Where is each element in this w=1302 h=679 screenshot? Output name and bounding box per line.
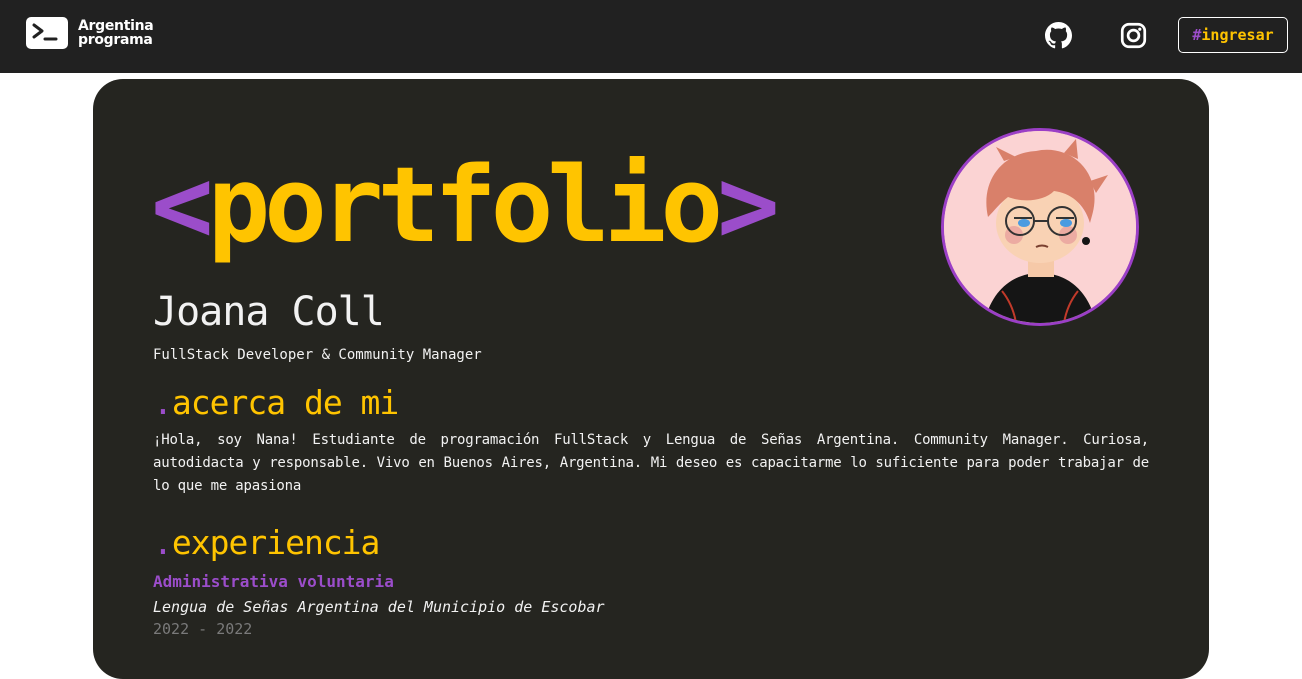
instagram-icon[interactable] (1120, 22, 1147, 49)
avatar (941, 128, 1139, 326)
about-heading-text: acerca de mi (171, 383, 399, 422)
logo-text: Argentina programa (78, 18, 154, 48)
portfolio-title: <portfolio> (151, 144, 780, 266)
top-navbar: Argentina programa # ingresar (0, 0, 1302, 73)
job-title: Administrativa voluntaria (153, 572, 394, 591)
experience-heading-text: experiencia (171, 523, 381, 562)
login-hash: # (1192, 26, 1202, 44)
portfolio-word: portfolio (207, 144, 724, 266)
login-label: ingresar (1201, 26, 1274, 44)
about-heading: .acerca de mi (153, 383, 399, 422)
job-dates: 2022 - 2022 (153, 620, 253, 638)
portfolio-card: <portfolio> Joana Coll FullStack Develop… (93, 79, 1209, 679)
experience-heading: .experiencia (153, 523, 381, 562)
experience-heading-dot: . (153, 523, 173, 562)
avatar-illustration (944, 131, 1136, 323)
about-heading-dot: . (153, 383, 173, 422)
close-bracket: > (717, 144, 780, 266)
terminal-icon (26, 17, 68, 49)
login-button[interactable]: # ingresar (1178, 17, 1288, 53)
person-role: FullStack Developer & Community Manager (153, 347, 482, 363)
logo-line-1: Argentina (78, 18, 154, 34)
person-name: Joana Coll (153, 289, 385, 335)
logo-line-2: programa (78, 32, 153, 48)
github-icon[interactable] (1045, 22, 1072, 49)
argentina-programa-logo[interactable]: Argentina programa (26, 17, 154, 49)
job-organization: Lengua de Señas Argentina del Municipio … (153, 598, 605, 616)
open-bracket: < (151, 144, 214, 266)
about-text: ¡Hola, soy Nana! Estudiante de programac… (153, 432, 1149, 494)
